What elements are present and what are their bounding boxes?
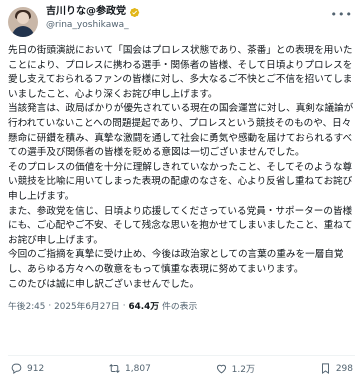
post-date[interactable]: 2025年6月27日 [54,299,120,312]
divider [8,355,355,356]
view-count: 64.4万 [128,302,160,313]
reply-icon [11,363,22,375]
author-handle[interactable]: @rina_yoshikawa_ [46,20,140,31]
post-paragraph: また、参政党を信じ、日頃より応援してくださっている党員・サポーターの皆様にも、ご… [8,205,353,246]
post-paragraph: そのプロレスの価値を十分に理解しきれていなかったこと、そしてそのような尊い競技を… [8,161,353,202]
separator-dot: · [48,300,52,311]
author-info: 吉川りな@参政党 @rina_yoshikawa_ [46,6,140,31]
action-bar: 912 1,807 1.2万 298 [10,362,353,375]
like-button[interactable]: 1.2万 [215,362,255,375]
view-count-label: 件の表示 [162,302,198,313]
more-icon[interactable]: ••• [331,8,353,21]
post-paragraph: このたびは誠に申し訳ございませんでした。 [8,278,200,290]
bookmark-count: 298 [335,363,353,374]
post-header: 吉川りな@参政党 @rina_yoshikawa_ ••• [8,6,355,42]
like-count: 1.2万 [231,365,255,375]
bookmark-button[interactable]: 298 [319,362,353,375]
verified-badge-icon [130,7,140,17]
post-paragraph: 当該発言は、政局ばかりが優先されている現在の国会運営に対し、真剣な議論が行われて… [8,103,354,159]
repost-count: 1,807 [125,363,151,374]
post-paragraph: 先日の街頭演説において「国会はプロレス状態であり、茶番」との表現を用いたことによ… [8,45,353,100]
post-time[interactable]: 午後2:45 [8,299,45,312]
repost-icon [109,364,120,373]
reply-count: 912 [27,363,45,374]
bookmark-icon [321,363,329,375]
author-name[interactable]: 吉川りな@参政党 [46,6,126,18]
post: 吉川りな@参政党 @rina_yoshikawa_ ••• 先日の街頭演説におい… [0,0,363,387]
avatar[interactable] [8,7,38,37]
reply-button[interactable]: 912 [10,362,44,375]
post-meta: 午後2:45 · 2025年6月27日 · 64.4万 件の表示 [8,299,355,313]
post-text: 先日の街頭演説において「国会はプロレス状態であり、茶番」との表現を用いたことによ… [8,44,355,292]
repost-button[interactable]: 1,807 [108,362,151,375]
separator-dot: · [122,300,126,311]
like-icon [216,364,226,374]
post-paragraph: 今回のご指摘を真摯に受け止め、今後は政治家としての言葉の重みを一層自覚し、あらゆ… [8,249,344,275]
